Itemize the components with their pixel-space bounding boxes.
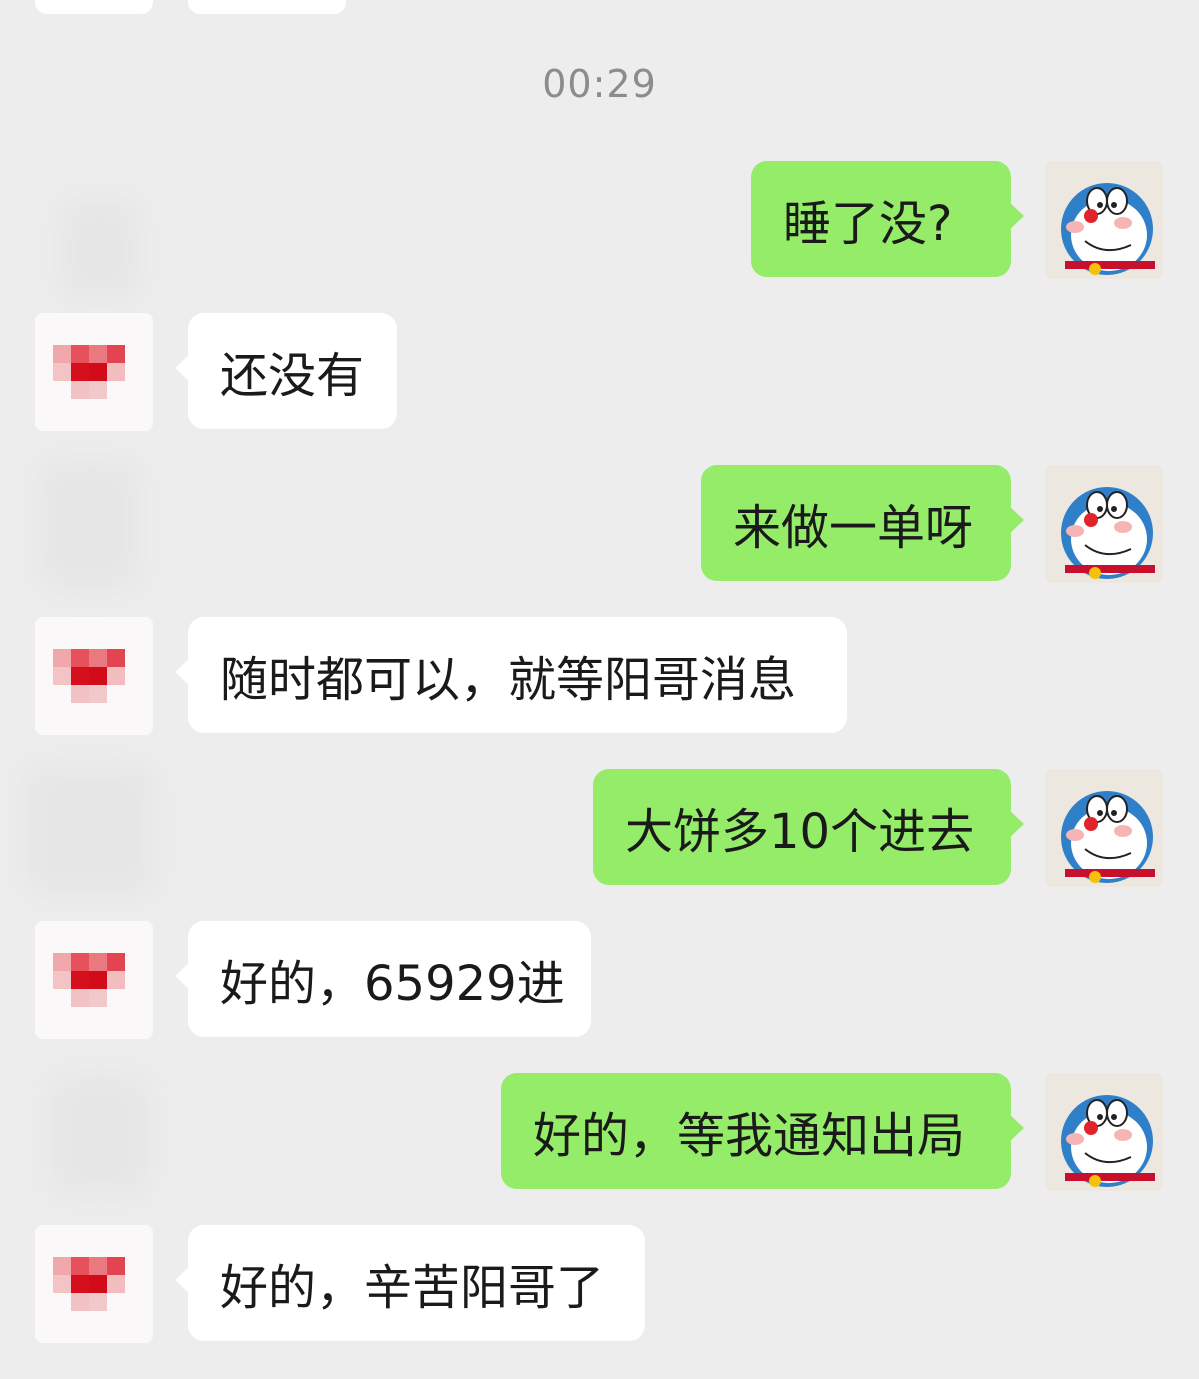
message-text: 大饼多10个进去 [625, 804, 975, 860]
blurred-background-patch [60, 200, 140, 300]
contact-avatar[interactable] [35, 313, 153, 431]
contact-message-bubble[interactable]: 还没有 [175, 313, 397, 429]
contact-avatar[interactable] [35, 617, 153, 735]
blurred-background-patch [25, 765, 155, 895]
message-text: 来做一单呀 [733, 500, 974, 556]
previous-message-avatar-fragment [35, 0, 153, 14]
message-text: 好的，辛苦阳哥了 [220, 1260, 605, 1316]
my-avatar[interactable] [1045, 465, 1163, 583]
contact-avatar[interactable] [35, 921, 153, 1039]
my-message-bubble[interactable]: 睡了没? [751, 161, 1024, 277]
blurred-background-patch [40, 460, 140, 590]
my-avatar[interactable] [1045, 769, 1163, 887]
doraemon-avatar-icon [1045, 465, 1163, 583]
doraemon-avatar-icon [1045, 161, 1163, 279]
contact-avatar[interactable] [35, 1225, 153, 1343]
my-message-bubble[interactable]: 大饼多10个进去 [593, 769, 1024, 885]
contact-message-bubble[interactable]: 好的，辛苦阳哥了 [175, 1225, 645, 1341]
contact-message-bubble[interactable]: 好的，65929进 [175, 921, 591, 1037]
my-avatar[interactable] [1045, 1073, 1163, 1191]
message-text: 还没有 [220, 348, 365, 404]
message-text: 好的，65929进 [220, 956, 565, 1012]
contact-message-bubble[interactable]: 随时都可以，就等阳哥消息 [175, 617, 847, 733]
doraemon-avatar-icon [1045, 1073, 1163, 1191]
my-message-bubble[interactable]: 好的，等我通知出局 [501, 1073, 1024, 1189]
pixelated-red-heart-avatar-icon [35, 313, 153, 431]
doraemon-avatar-icon [1045, 769, 1163, 887]
message-timestamp: 00:29 [542, 62, 657, 106]
my-message-bubble[interactable]: 来做一单呀 [701, 465, 1024, 581]
message-text: 睡了没? [783, 196, 953, 252]
pixelated-red-heart-avatar-icon [35, 617, 153, 735]
my-avatar[interactable] [1045, 161, 1163, 279]
pixelated-red-heart-avatar-icon [35, 1225, 153, 1343]
previous-message-bubble-fragment [188, 0, 346, 14]
message-text: 好的，等我通知出局 [533, 1108, 966, 1164]
pixelated-red-heart-avatar-icon [35, 921, 153, 1039]
message-text: 随时都可以，就等阳哥消息 [220, 652, 797, 708]
blurred-background-patch [50, 1075, 150, 1195]
